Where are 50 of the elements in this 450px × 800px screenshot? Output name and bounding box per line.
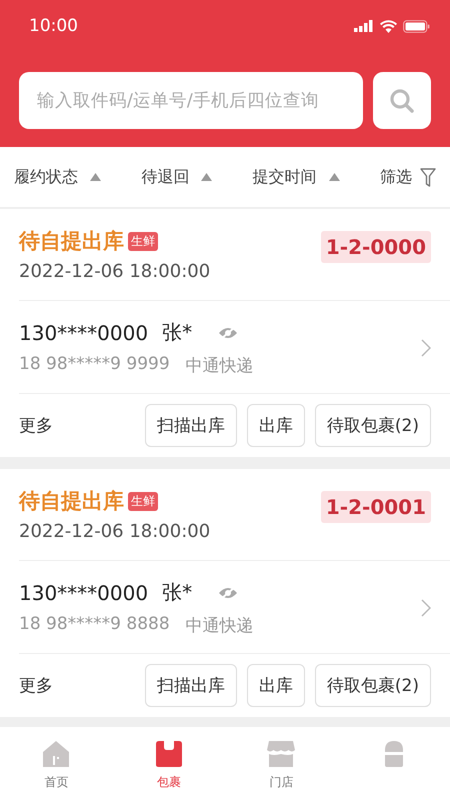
chevron-right-icon[interactable] xyxy=(421,599,431,617)
order-status: 待自提出库 xyxy=(19,228,124,255)
phone-number: 130****0000 xyxy=(19,580,148,604)
tag-label: 生鲜 xyxy=(128,492,158,510)
chevron-right-icon[interactable] xyxy=(421,339,431,357)
courier-name: 中通快递 xyxy=(186,355,254,377)
sort-arrow-icon xyxy=(201,173,212,181)
action-button[interactable]: 扫描出库 xyxy=(144,664,237,707)
tab-item[interactable]: 门店 xyxy=(225,727,338,800)
sort-button[interactable]: 待退回 xyxy=(141,166,212,188)
tag-label: 生鲜 xyxy=(128,232,158,250)
search-field[interactable]: 输入取件码/运单号/手机后四位查询 xyxy=(19,72,363,129)
hidden-eye-icon[interactable] xyxy=(218,586,238,600)
bag-icon xyxy=(154,740,183,768)
store-icon xyxy=(266,740,296,768)
action-button[interactable]: 待取包裹(2) xyxy=(314,664,431,707)
tab-item[interactable]: 首页 xyxy=(0,727,112,800)
signal-icon xyxy=(354,20,374,32)
customer-name: 张* xyxy=(162,319,192,346)
more-link[interactable]: 更多 xyxy=(19,414,53,437)
action-button[interactable]: 出库 xyxy=(246,664,305,707)
action-button[interactable]: 出库 xyxy=(246,404,305,447)
battery-icon xyxy=(403,20,430,32)
action-button[interactable]: 扫描出库 xyxy=(144,404,237,447)
order-time: 2022-12-06 18:00:00 xyxy=(19,261,210,282)
sort-arrow-icon xyxy=(328,173,340,181)
action-button[interactable]: 待取包裹(2) xyxy=(314,404,431,447)
sort-button[interactable]: 提交时间 xyxy=(252,166,340,188)
more-link[interactable]: 更多 xyxy=(19,674,53,697)
filter-icon xyxy=(420,168,436,186)
tracking-number: 18 98*****9 8888 xyxy=(19,614,170,636)
phone-number: 130****0000 xyxy=(19,320,148,344)
search-icon xyxy=(389,88,415,114)
status-time: 10:00 xyxy=(29,16,78,36)
sort-button[interactable]: 履约状态 xyxy=(14,166,101,188)
courier-name: 中通快递 xyxy=(186,615,254,637)
tracking-number: 18 98*****9 9999 xyxy=(19,354,170,376)
house-icon xyxy=(42,740,70,768)
customer-name: 张* xyxy=(162,579,192,606)
wifi-icon xyxy=(380,20,397,32)
search-button[interactable] xyxy=(373,72,431,129)
filter-button[interactable]: 筛选 xyxy=(380,166,436,188)
sort-arrow-icon xyxy=(90,173,101,181)
hidden-eye-icon[interactable] xyxy=(218,326,238,340)
pickup-code: 1-2-0001 xyxy=(320,491,431,523)
order-time: 2022-12-06 18:00:00 xyxy=(19,521,210,542)
pickup-code: 1-2-0000 xyxy=(320,231,431,263)
order-status: 待自提出库 xyxy=(19,488,124,515)
capsule-icon xyxy=(384,740,404,768)
tab-item[interactable]: 包裹 xyxy=(112,727,225,800)
